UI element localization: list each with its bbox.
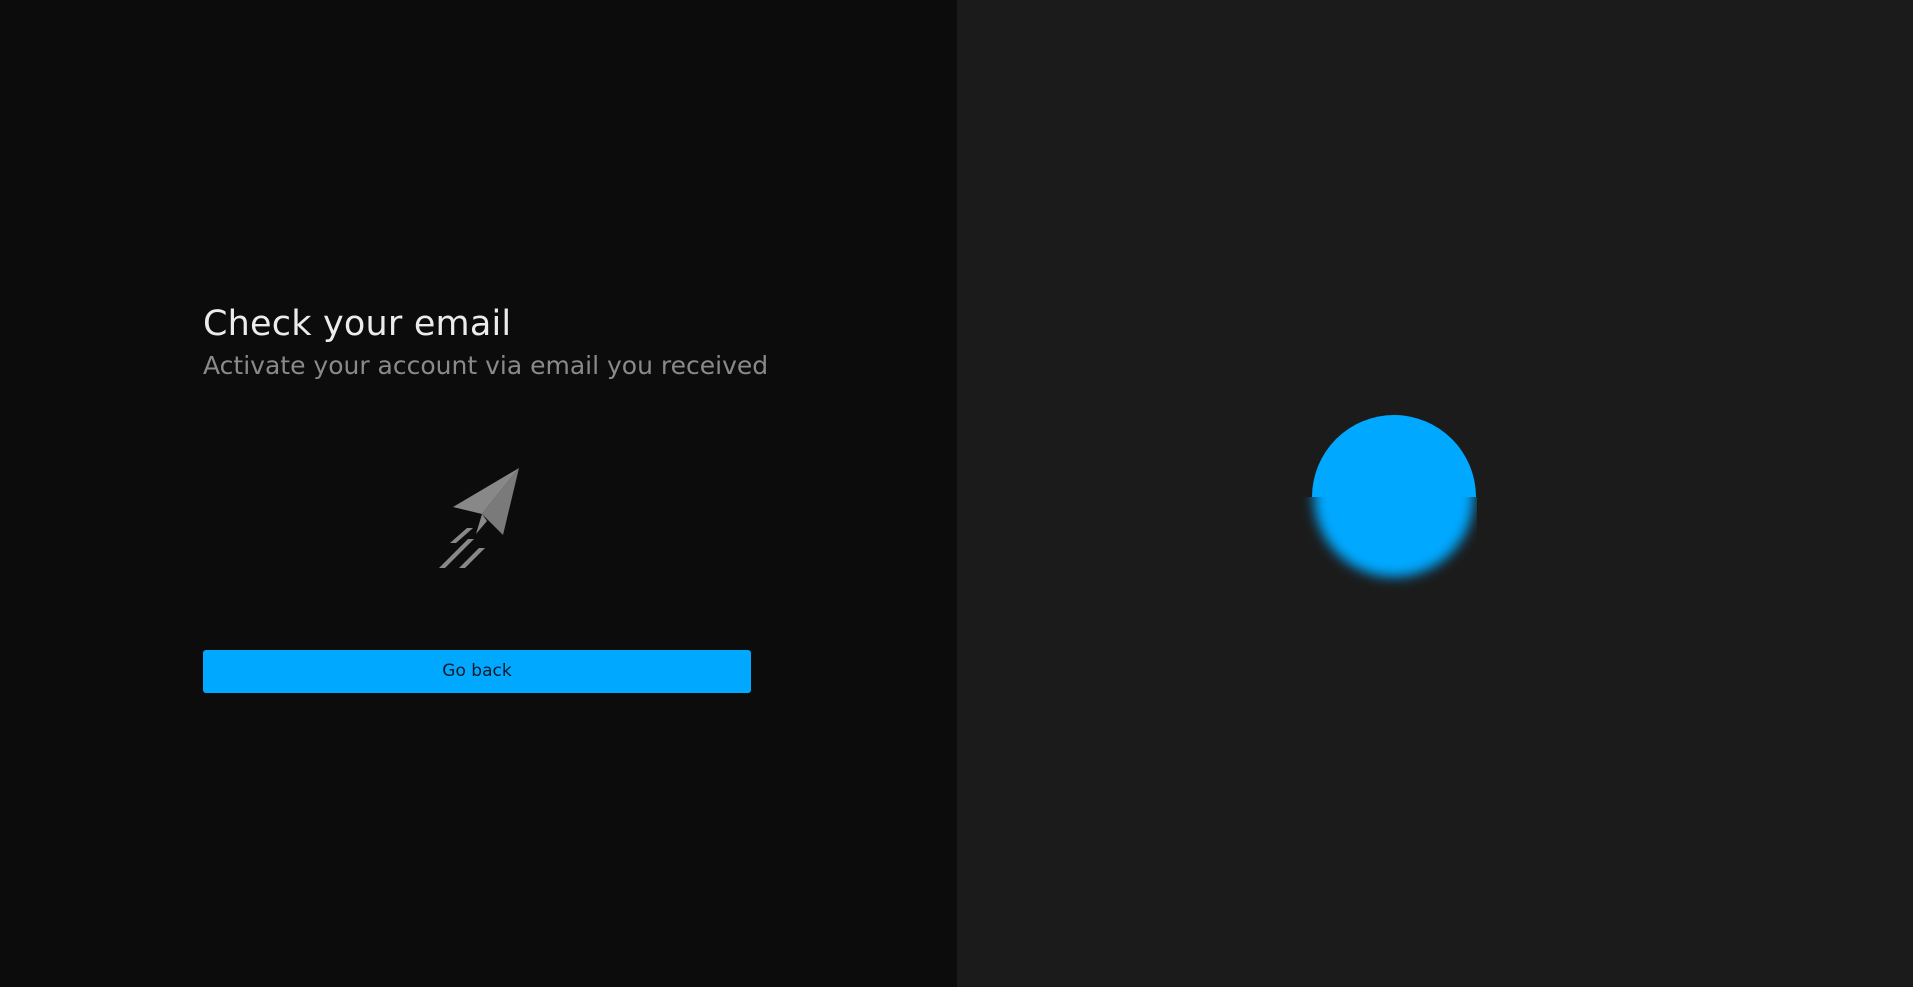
page-title: Check your email: [203, 304, 512, 344]
left-panel: Check your email Activate your account v…: [0, 0, 957, 987]
paper-plane-icon: [426, 468, 526, 568]
page: Check your email Activate your account v…: [0, 0, 1913, 987]
glowing-orb: [1277, 402, 1477, 602]
right-panel: [957, 0, 1913, 987]
email-confirmation-content: Check your email Activate your account v…: [203, 300, 769, 693]
go-back-button[interactable]: Go back: [203, 650, 751, 693]
page-subtitle: Activate your account via email you rece…: [203, 351, 769, 380]
